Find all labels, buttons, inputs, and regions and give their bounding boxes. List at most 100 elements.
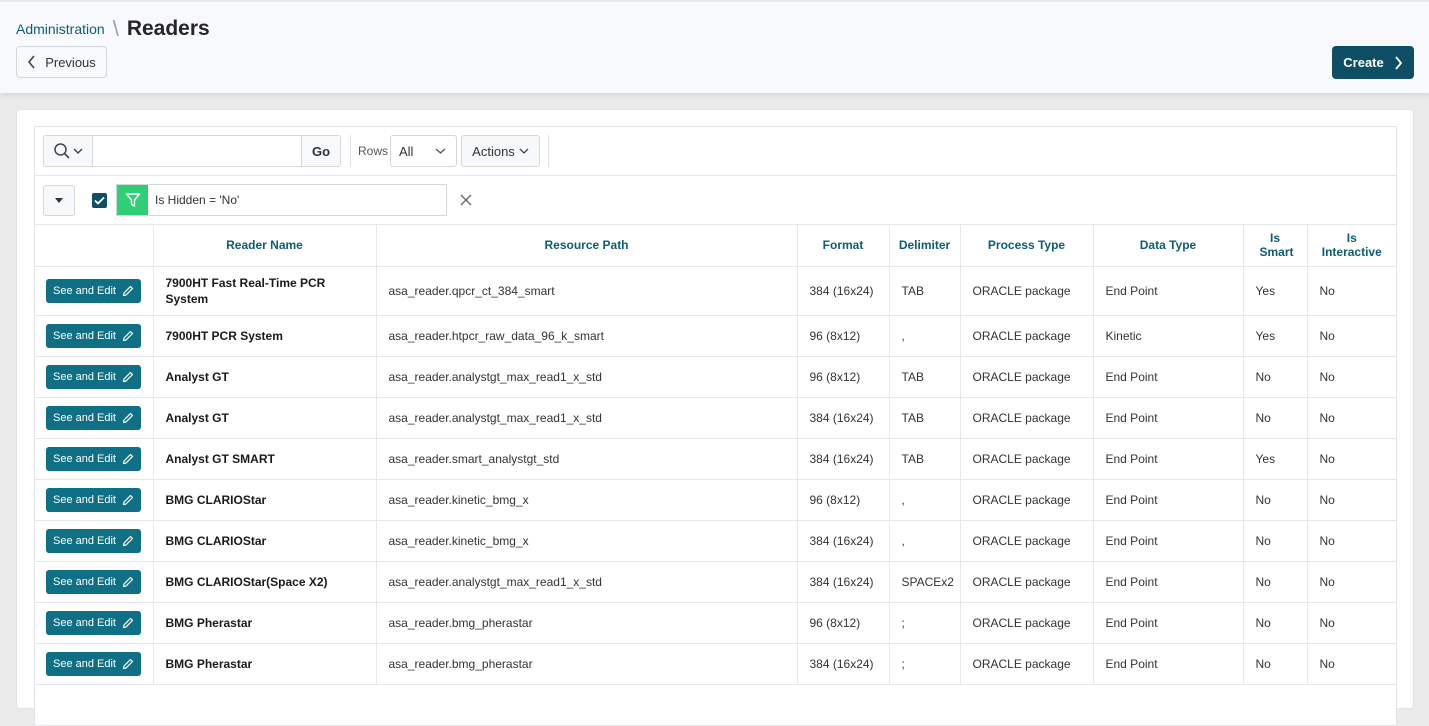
readers-table: Reader Name Resource Path Format Delimit… <box>35 225 1396 685</box>
resource-path-cell: asa_reader.bmg_pherastar <box>376 602 798 644</box>
see-and-edit-label: See and Edit <box>53 534 116 547</box>
resource-path-cell: asa_reader.analystgt_max_read1_x_std <box>376 356 798 398</box>
data-type-cell: End Point <box>1093 643 1244 685</box>
process-type-cell: ORACLE package <box>960 643 1094 685</box>
pencil-icon <box>122 285 134 296</box>
see-and-edit-button[interactable]: See and Edit <box>46 364 141 389</box>
data-type-cell: End Point <box>1093 266 1244 316</box>
column-header-data-type[interactable]: Data Type <box>1093 225 1244 267</box>
column-header-process-type[interactable]: Process Type <box>960 225 1094 267</box>
table-row: See and Edit BMG CLARIOStar(Space X2) asa_… <box>35 561 1396 603</box>
table-row: See and Edit BMG CLARIOStar asa_reader.kin… <box>35 479 1396 521</box>
is-interactive-cell: No <box>1307 520 1396 562</box>
filter-enable-checkbox[interactable] <box>92 193 107 208</box>
row-action-cell: See and Edit <box>35 397 154 439</box>
chevron-down-icon <box>435 148 446 154</box>
search-icon <box>54 143 70 159</box>
see-and-edit-button[interactable]: See and Edit <box>46 610 141 635</box>
caret-down-icon <box>55 198 63 203</box>
pencil-icon <box>122 371 134 382</box>
pencil-icon <box>122 494 134 505</box>
search-input[interactable] <box>93 136 301 166</box>
pencil-icon <box>122 412 134 423</box>
data-type-cell: End Point <box>1093 520 1244 562</box>
actions-menu-button[interactable]: Actions <box>461 135 540 167</box>
is-smart-cell: No <box>1243 520 1308 562</box>
format-cell: 384 (16x24) <box>797 561 890 603</box>
column-header-format[interactable]: Format <box>797 225 890 267</box>
content-panel: Go Rows All Actions Is Hidden = 'No' Rea… <box>16 109 1414 726</box>
breadcrumb-administration-link[interactable]: Administration <box>16 21 105 37</box>
is-interactive-cell: No <box>1307 643 1396 685</box>
process-type-cell: ORACLE package <box>960 356 1094 398</box>
row-action-cell: See and Edit <box>35 266 154 316</box>
see-and-edit-label: See and Edit <box>53 329 116 342</box>
process-type-cell: ORACLE package <box>960 602 1094 644</box>
create-button[interactable]: Create <box>1332 46 1414 79</box>
data-type-cell: End Point <box>1093 397 1244 439</box>
collapse-filters-button[interactable] <box>43 185 75 216</box>
go-button[interactable]: Go <box>301 136 340 166</box>
resource-path-cell: asa_reader.kinetic_bmg_x <box>376 520 798 562</box>
see-and-edit-label: See and Edit <box>53 284 116 297</box>
see-and-edit-button[interactable]: See and Edit <box>46 278 141 303</box>
data-type-cell: End Point <box>1093 479 1244 521</box>
search-column-selector[interactable] <box>44 136 93 166</box>
process-type-cell: ORACLE package <box>960 315 1094 357</box>
pencil-icon <box>122 617 134 628</box>
format-cell: 384 (16x24) <box>797 438 890 480</box>
chevron-right-icon <box>1395 55 1402 70</box>
see-and-edit-label: See and Edit <box>53 370 116 383</box>
see-and-edit-button[interactable]: See and Edit <box>46 405 141 430</box>
process-type-cell: ORACLE package <box>960 479 1094 521</box>
is-smart-cell: Yes <box>1243 438 1308 480</box>
column-header-is-interactive[interactable]: Is Interactive <box>1307 225 1396 267</box>
delimiter-cell: TAB <box>889 438 961 480</box>
column-header-is-smart[interactable]: Is Smart <box>1243 225 1308 267</box>
reader-name-cell: BMG Pherastar <box>153 602 377 644</box>
table-row: See and Edit 7900HT PCR System asa_reader.… <box>35 315 1396 357</box>
column-header-resource-path[interactable]: Resource Path <box>376 225 798 267</box>
is-interactive-cell: No <box>1307 479 1396 521</box>
see-and-edit-button[interactable]: See and Edit <box>46 323 141 348</box>
format-cell: 96 (8x12) <box>797 356 890 398</box>
table-row: See and Edit 7900HT Fast Real-Time PCR Sy… <box>35 266 1396 316</box>
data-type-cell: End Point <box>1093 438 1244 480</box>
is-smart-cell: No <box>1243 643 1308 685</box>
funnel-icon <box>125 193 140 207</box>
column-header-reader-name[interactable]: Reader Name <box>153 225 377 267</box>
see-and-edit-button[interactable]: See and Edit <box>46 446 141 471</box>
table-row: See and Edit Analyst GT SMART asa_reader.s… <box>35 438 1396 480</box>
is-smart-cell: Yes <box>1243 266 1308 316</box>
resource-path-cell: asa_reader.analystgt_max_read1_x_std <box>376 397 798 439</box>
pencil-icon <box>122 330 134 341</box>
row-action-cell: See and Edit <box>35 643 154 685</box>
format-cell: 384 (16x24) <box>797 397 890 439</box>
delimiter-cell: TAB <box>889 397 961 439</box>
close-icon[interactable] <box>459 193 473 207</box>
breadcrumb-separator: \ <box>112 16 119 41</box>
page-header: Administration \ Readers Previous Create <box>0 0 1429 93</box>
see-and-edit-button[interactable]: See and Edit <box>46 569 141 594</box>
format-cell: 96 (8x12) <box>797 479 890 521</box>
rows-select[interactable]: All <box>390 135 457 167</box>
previous-button[interactable]: Previous <box>16 46 107 78</box>
row-action-cell: See and Edit <box>35 602 154 644</box>
reader-name-cell: BMG CLARIOStar <box>153 479 377 521</box>
is-interactive-cell: No <box>1307 397 1396 439</box>
process-type-cell: ORACLE package <box>960 266 1094 316</box>
column-header-delimiter[interactable]: Delimiter <box>889 225 961 267</box>
see-and-edit-button[interactable]: See and Edit <box>46 528 141 553</box>
delimiter-cell: , <box>889 520 961 562</box>
filter-chip[interactable]: Is Hidden = 'No' <box>116 184 447 216</box>
see-and-edit-button[interactable]: See and Edit <box>46 487 141 512</box>
rows-select-value: All <box>399 143 414 159</box>
data-type-cell: End Point <box>1093 356 1244 398</box>
resource-path-cell: asa_reader.htpcr_raw_data_96_k_smart <box>376 315 798 357</box>
filter-icon-box <box>117 185 148 215</box>
see-and-edit-button[interactable]: See and Edit <box>46 651 141 676</box>
process-type-cell: ORACLE package <box>960 520 1094 562</box>
reader-name-cell: BMG CLARIOStar(Space X2) <box>153 561 377 603</box>
reader-name-cell: 7900HT Fast Real-Time PCR System <box>153 266 377 316</box>
data-type-cell: End Point <box>1093 602 1244 644</box>
